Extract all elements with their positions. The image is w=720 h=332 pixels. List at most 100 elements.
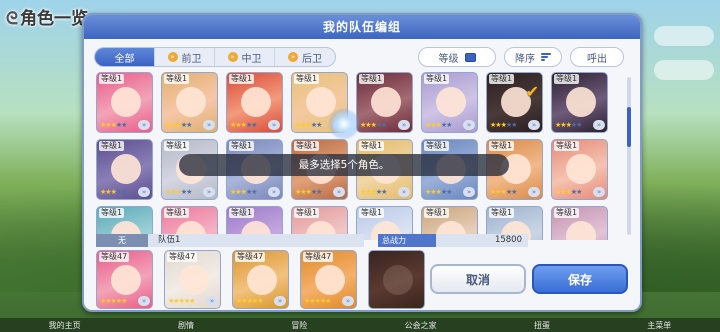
star-icon: ★	[316, 188, 322, 196]
level-label: 等级47	[99, 252, 130, 262]
character-card[interactable]: 等级1 ★★★★★ »	[551, 72, 608, 133]
dialog-title: 我的队伍编组	[84, 15, 640, 39]
position-icon: »	[167, 52, 178, 62]
sort-field-icon	[464, 52, 476, 62]
level-label: 等级47	[303, 252, 334, 262]
star-rating: ★★★★★	[490, 121, 517, 130]
star-rating: ★★★★★	[555, 121, 582, 130]
party-members: 等级47 ★★★★★ » 等级47 ★★★★★ » 等级47 ★★★★★ » 等级47 ★★★★★ »	[96, 250, 436, 310]
team-edit-dialog: 我的队伍编组 全部 » 前卫 » 中卫 » 后卫 等级 降序 呼出 等级1 ★★…	[82, 13, 642, 312]
party-member-card[interactable]: 等级47 ★★★★★ »	[300, 250, 357, 309]
character-card[interactable]: 等级1★★★★★»	[356, 72, 413, 133]
star-icon: ★	[511, 121, 517, 129]
rank-arrow-icon: »	[268, 187, 280, 197]
sort-field-button[interactable]: 等级	[418, 47, 496, 67]
party-info-strip: 无 队伍1	[96, 234, 364, 247]
star-rating: ★★★★★	[360, 121, 387, 130]
position-tabs: 全部 » 前卫 » 中卫 » 后卫	[94, 47, 336, 67]
position-icon: »	[288, 52, 298, 62]
nav-home: 我的主页	[48, 320, 81, 330]
tab-all[interactable]: 全部	[95, 48, 155, 66]
cancel-button[interactable]: 取消	[430, 264, 526, 294]
character-portrait	[383, 265, 413, 295]
save-button[interactable]: 保存	[532, 264, 628, 294]
star-rating: ★★★★★	[165, 188, 192, 197]
tab-back[interactable]: » 后卫	[275, 48, 335, 66]
character-portrait	[111, 154, 141, 184]
character-card[interactable]: 等级1★★★★★»	[96, 72, 153, 133]
nav-menu: 主菜单	[647, 320, 672, 330]
position-icon: »	[227, 52, 238, 62]
party-member-card[interactable]: 等级47 ★★★★★ »	[96, 250, 153, 309]
screen-title: ᘓ 角色一览	[6, 9, 88, 29]
level-label: 等级1	[229, 141, 255, 151]
checkmark-icon: ✔	[525, 82, 539, 101]
tab-middle[interactable]: » 中卫	[215, 48, 275, 66]
star-icon: ★	[121, 188, 127, 196]
level-label: 等级1	[164, 141, 190, 151]
background-button	[654, 60, 714, 80]
level-label: 等级1	[99, 208, 125, 218]
background-button	[654, 26, 714, 46]
star-icon: ★	[381, 121, 387, 129]
level-label: 等级1	[424, 141, 450, 151]
character-portrait	[176, 87, 206, 117]
star-rating: ★★★★★	[168, 297, 195, 306]
sort-order-icon	[541, 53, 551, 61]
order-button[interactable]: 降序	[504, 47, 562, 67]
star-rating: ★★★★★	[425, 188, 452, 197]
nav-adventure: 冒险	[291, 320, 308, 330]
rank-arrow-icon: »	[203, 120, 215, 130]
rank-arrow-icon: »	[274, 296, 286, 306]
level-label: 等级1	[554, 74, 580, 84]
character-portrait	[566, 87, 596, 117]
character-card[interactable]: 等级1★★★★★»	[421, 72, 478, 133]
character-portrait	[111, 87, 141, 117]
character-card[interactable]: 等级1★★★★★»	[226, 72, 283, 133]
character-portrait	[436, 87, 466, 117]
star-rating: ★★★★★	[100, 297, 127, 306]
rank-arrow-icon: »	[138, 296, 150, 306]
star-icon: ★	[189, 297, 195, 305]
level-label: 等级1	[99, 141, 125, 151]
star-icon: ★	[446, 188, 452, 196]
rank-arrow-icon: »	[593, 120, 605, 130]
star-rating: ★★★★★	[100, 188, 127, 197]
character-card[interactable]: 等级1★★★★★»	[96, 139, 153, 200]
star-rating: ★★★★★	[304, 297, 331, 306]
call-button[interactable]: 呼出	[570, 47, 624, 67]
level-label: 等级47	[167, 252, 198, 262]
star-rating: ★★★★★	[295, 188, 322, 197]
character-card[interactable]: 等级1★★★★★»	[551, 139, 608, 200]
level-label: 等级1	[359, 141, 385, 151]
character-portrait	[247, 265, 277, 295]
rank-arrow-icon: »	[528, 120, 540, 130]
rank-arrow-icon: »	[268, 120, 280, 130]
bottom-nav: 我的主页 剧情 冒险 公会之家 扭蛋 主菜单	[0, 318, 720, 332]
character-card[interactable]: 等级1 ★★★★★ » ✔	[486, 72, 543, 133]
rank-arrow-icon: »	[398, 120, 410, 130]
party-member-card[interactable]: 等级47 ★★★★★ »	[164, 250, 221, 309]
sparkle-effect	[328, 108, 360, 140]
party-member-card[interactable]: 等级47 ★★★★★ »	[232, 250, 289, 309]
power-value: 15800	[494, 235, 522, 245]
rank-arrow-icon: »	[206, 296, 218, 306]
scroll-thumb[interactable]	[627, 107, 631, 147]
star-icon: ★	[121, 297, 127, 305]
rank-arrow-icon: »	[463, 120, 475, 130]
character-portrait	[111, 265, 141, 295]
character-card[interactable]: 等级1★★★★★»	[551, 206, 608, 240]
nav-gacha: 扭蛋	[533, 320, 550, 330]
grid-scrollbar[interactable]	[627, 77, 631, 235]
level-label: 等级1	[359, 208, 385, 218]
character-portrait	[315, 265, 345, 295]
spiral-icon: ᘓ	[6, 9, 18, 29]
character-card[interactable]: 等级1★★★★★»	[161, 72, 218, 133]
star-rating: ★★★★★	[165, 121, 192, 130]
star-rating: ★★★★★	[425, 121, 452, 130]
star-icon: ★	[121, 121, 127, 129]
tab-front[interactable]: » 前卫	[155, 48, 215, 66]
party-member-card[interactable]	[368, 250, 425, 309]
character-portrait	[179, 265, 209, 295]
rank-arrow-icon: »	[593, 187, 605, 197]
